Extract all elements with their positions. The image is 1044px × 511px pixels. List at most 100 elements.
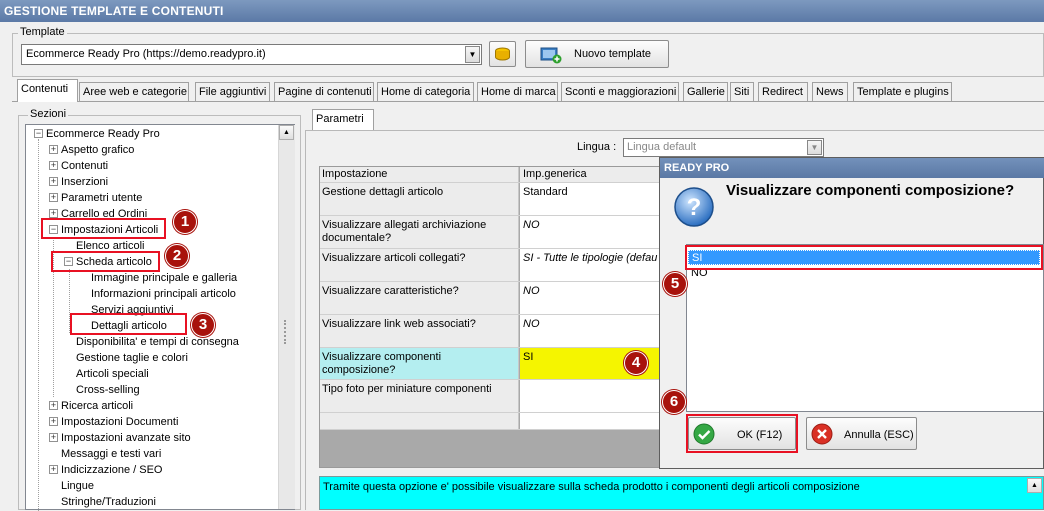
tree-item-indicizzazione[interactable]: Indicizzazione / SEO (61, 463, 163, 477)
table-row[interactable]: Gestione dettagli articolo Standard (320, 183, 660, 216)
tab-parametri[interactable]: Parametri (312, 109, 374, 131)
tree-item-contenuti[interactable]: Contenuti (61, 159, 108, 173)
tree-item-immagine-principale[interactable]: Immagine principale e galleria (91, 271, 237, 285)
table-row[interactable]: Visualizzare link web associati? NO (320, 315, 660, 348)
tab-file-aggiuntivi[interactable]: File aggiuntivi (195, 82, 270, 101)
tree-scrollbar[interactable]: ▲ (278, 125, 295, 509)
tree-item-taglie-colori[interactable]: Gestione taglie e colori (76, 351, 188, 365)
tab-siti[interactable]: Siti (730, 82, 754, 101)
row-value[interactable]: NO (520, 282, 660, 314)
table-row-selected[interactable]: Visualizzare componenti composizione? SI (320, 348, 660, 380)
tab-home-categoria[interactable]: Home di categoria (377, 82, 474, 101)
expand-icon[interactable]: + (49, 209, 58, 218)
tab-aree-web[interactable]: Aree web e categorie (79, 82, 189, 101)
row-setting: Visualizzare allegati archiviazione docu… (320, 216, 519, 248)
collapse-root-icon[interactable]: − (34, 129, 43, 138)
tree-item-informazioni-principali[interactable]: Informazioni principali articolo (91, 287, 236, 301)
expand-icon[interactable]: + (49, 161, 58, 170)
tree-item-aspetto-grafico[interactable]: Aspetto grafico (61, 143, 134, 157)
tab-gallerie[interactable]: Gallerie (683, 82, 728, 101)
step-badge-6: 6 (662, 390, 686, 414)
tree-root[interactable]: Ecommerce Ready Pro (46, 127, 160, 141)
table-row[interactable]: Visualizzare allegati archiviazione docu… (320, 216, 660, 249)
svg-text:?: ? (687, 194, 702, 221)
row-value[interactable]: Standard (520, 183, 660, 215)
tab-sconti[interactable]: Sconti e maggiorazioni (561, 82, 679, 101)
expand-icon[interactable]: + (49, 433, 58, 442)
row-setting: Gestione dettagli articolo (320, 183, 519, 215)
expand-icon[interactable]: + (49, 417, 58, 426)
step-badge-5: 5 (663, 272, 687, 296)
expand-icon[interactable]: + (49, 401, 58, 410)
table-row[interactable]: Visualizzare articoli collegati? SI - Tu… (320, 249, 660, 282)
row-setting: Visualizzare componenti composizione? (320, 348, 519, 379)
template-group-label: Template (18, 26, 67, 38)
tree-item-impostazioni-documenti[interactable]: Impostazioni Documenti (61, 415, 178, 429)
tree-item-impostazioni-avanzate[interactable]: Impostazioni avanzate sito (61, 431, 191, 445)
open-template-button[interactable] (489, 41, 516, 67)
row-value[interactable] (520, 380, 660, 412)
new-template-label: Nuovo template (574, 48, 652, 60)
expand-icon[interactable]: + (49, 145, 58, 154)
tree-item-cross-selling[interactable]: Cross-selling (76, 383, 140, 397)
grid-header: Impostazione Imp.generica (320, 167, 660, 183)
scroll-up-icon[interactable]: ▲ (279, 125, 294, 140)
tree-item-inserzioni[interactable]: Inserzioni (61, 175, 108, 189)
tree-item-lingue[interactable]: Lingue (61, 479, 94, 493)
tab-news[interactable]: News (812, 82, 848, 101)
tab-pagine-contenuti[interactable]: Pagine di contenuti (274, 82, 374, 101)
window-title: GESTIONE TEMPLATE E CONTENUTI (0, 0, 1044, 22)
sections-label: Sezioni (28, 108, 69, 120)
table-row[interactable]: Visualizzare caratteristiche? NO (320, 282, 660, 315)
dialog-question: Visualizzare componenti composizione? (726, 182, 1015, 199)
chevron-down-icon[interactable]: ▼ (465, 46, 480, 63)
row-setting: Visualizzare articoli collegati? (320, 249, 519, 281)
template-select-value: Ecommerce Ready Pro (https://demo.readyp… (26, 48, 266, 60)
tree-item-messaggi[interactable]: Messaggi e testi vari (61, 447, 161, 461)
highlight-ok-button (686, 414, 798, 453)
chevron-down-icon[interactable]: ▼ (807, 140, 822, 155)
splitter-grip[interactable] (284, 320, 288, 344)
tree-item-disponibilita[interactable]: Disponibilita' e tempi di consegna (76, 335, 239, 349)
row-value[interactable]: SI - Tutte le tipologie (defau (520, 249, 660, 281)
step-badge-4: 4 (624, 351, 648, 375)
table-row[interactable]: Tipo foto per miniature componenti (320, 380, 660, 413)
expand-icon[interactable]: + (49, 193, 58, 202)
scroll-up-icon[interactable]: ▲ (1027, 478, 1042, 493)
tab-contenuti[interactable]: Contenuti (17, 79, 78, 102)
row-setting: Tipo foto per miniature componenti (320, 380, 519, 412)
tree-item-ricerca-articoli[interactable]: Ricerca articoli (61, 399, 133, 413)
tab-home-marca[interactable]: Home di marca (477, 82, 558, 101)
lingua-select[interactable]: Lingua default ▼ (623, 138, 824, 157)
col-header-value: Imp.generica (520, 167, 660, 182)
tab-strip-line (12, 101, 1044, 102)
expand-icon[interactable]: + (49, 177, 58, 186)
question-icon: ? (674, 187, 714, 227)
tree-item-articoli-speciali[interactable]: Articoli speciali (76, 367, 149, 381)
cancel-icon (811, 423, 833, 445)
row-value[interactable]: NO (520, 315, 660, 347)
database-icon (495, 47, 510, 61)
highlight-option-si (685, 245, 1043, 270)
col-header-setting: Impostazione (320, 167, 519, 182)
lingua-select-value: Lingua default (627, 141, 697, 153)
expand-icon[interactable]: + (49, 465, 58, 474)
cancel-button[interactable]: Annulla (ESC) (806, 417, 917, 450)
new-template-button[interactable]: Nuovo template (525, 40, 669, 68)
tab-redirect[interactable]: Redirect (758, 82, 808, 101)
highlight-impostazioni-articoli (41, 218, 166, 239)
description-box: Tramite questa opzione e' possibile visu… (319, 476, 1044, 510)
dialog-title: READY PRO (660, 158, 1044, 178)
template-select[interactable]: Ecommerce Ready Pro (https://demo.readyp… (21, 44, 482, 65)
table-row-empty (320, 413, 660, 430)
tree-item-parametri-utente[interactable]: Parametri utente (61, 191, 142, 205)
tree-item-stringhe[interactable]: Stringhe/Traduzioni (61, 495, 156, 509)
step-badge-3: 3 (191, 313, 215, 337)
highlight-scheda-articolo (51, 251, 160, 272)
new-template-icon (540, 47, 562, 64)
tab-template-plugins[interactable]: Template e plugins (853, 82, 952, 101)
lingua-label: Lingua : (577, 141, 617, 153)
highlight-dettagli-articolo (70, 313, 187, 335)
cancel-label: Annulla (ESC) (844, 429, 914, 441)
row-value[interactable]: NO (520, 216, 660, 248)
